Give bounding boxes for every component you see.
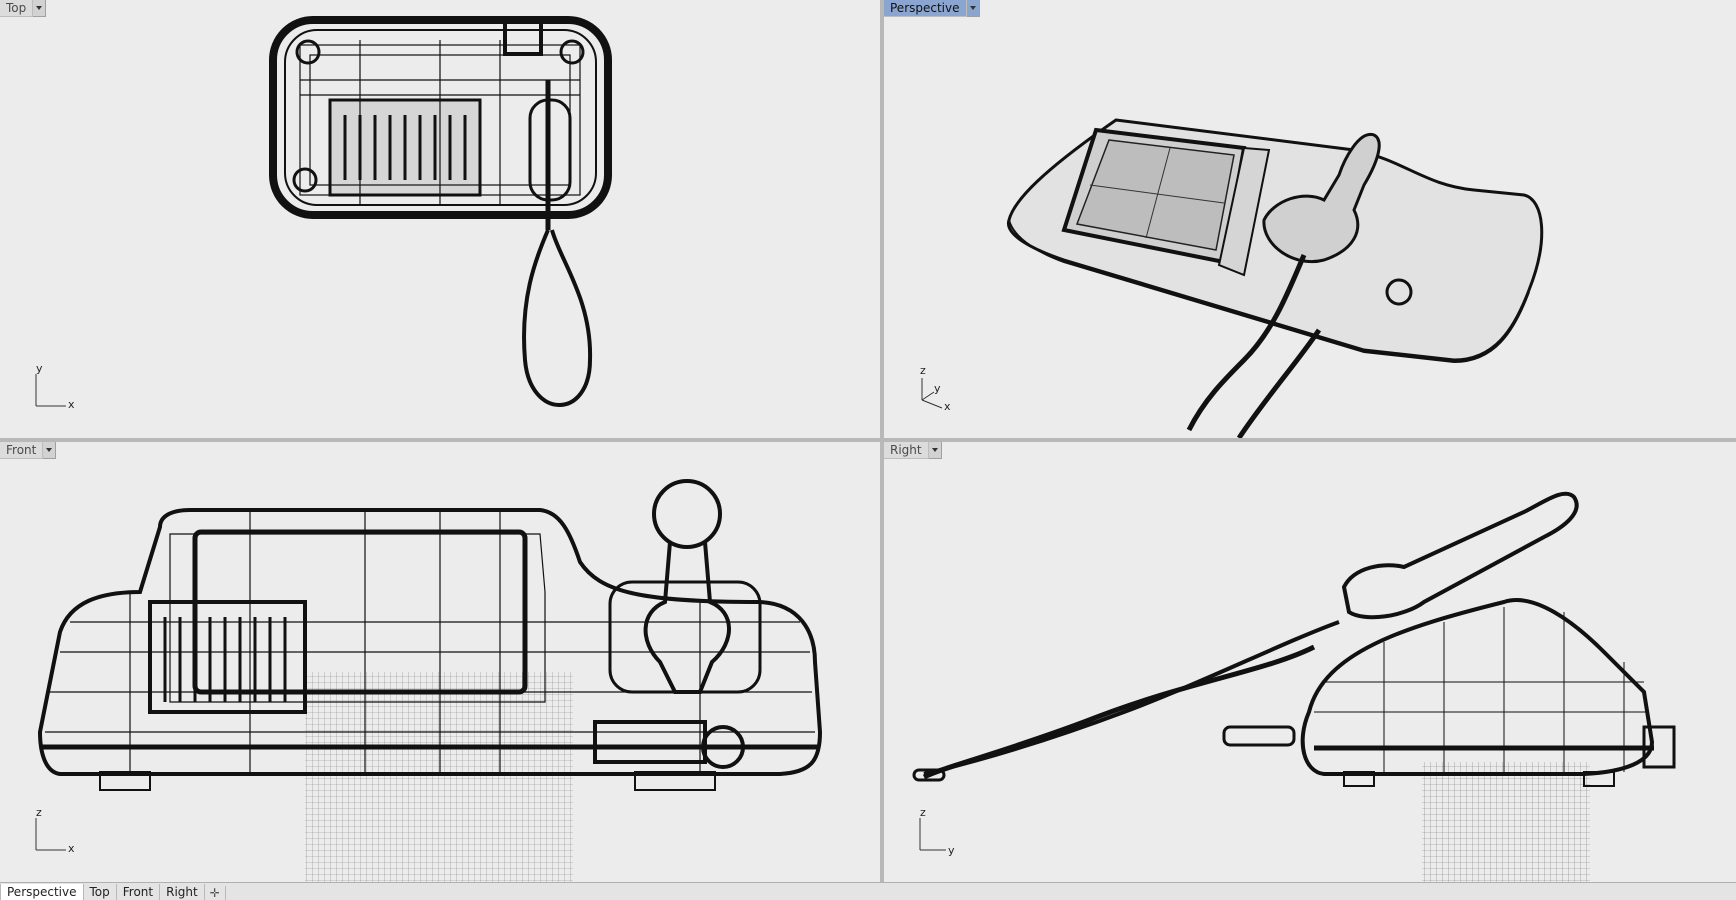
dropdown-arrow-icon[interactable]	[928, 442, 942, 459]
viewport-label-right[interactable]: Right	[884, 442, 942, 459]
dropdown-arrow-icon[interactable]	[966, 0, 980, 17]
dropdown-arrow-icon[interactable]	[43, 442, 57, 459]
viewport-top[interactable]: Top y x	[0, 0, 880, 438]
tab-right[interactable]: Right	[160, 884, 205, 900]
viewport-label-top[interactable]: Top	[0, 0, 47, 17]
top-view-wireframe	[269, 16, 612, 407]
axis-label-x: x	[68, 842, 75, 855]
viewport-title: Right	[884, 442, 929, 459]
axis-label-y: y	[948, 844, 955, 857]
axis-label-z: z	[920, 364, 926, 377]
viewport-tab-bar: Perspective Top Front Right ✛	[0, 882, 1736, 900]
viewport-label-perspective[interactable]: Perspective	[884, 0, 980, 17]
viewport-front[interactable]: Front z x	[0, 442, 880, 882]
viewport-label-front[interactable]: Front	[0, 442, 57, 459]
viewport-right[interactable]: Right z y	[884, 442, 1736, 882]
right-view-wireframe	[912, 491, 1676, 882]
axis-label-x: x	[68, 398, 75, 411]
axis-indicator: z x	[32, 806, 92, 858]
axis-label-x: x	[944, 400, 951, 413]
tab-top[interactable]: Top	[84, 884, 117, 900]
axis-label-y: y	[36, 362, 43, 375]
axis-indicator: z y x	[916, 364, 976, 414]
dropdown-arrow-icon[interactable]	[33, 0, 47, 17]
viewport-title: Perspective	[884, 0, 967, 17]
axis-label-z: z	[920, 806, 926, 819]
axis-label-y: y	[934, 382, 941, 395]
tab-front[interactable]: Front	[117, 884, 161, 900]
axis-label-z: z	[36, 806, 42, 819]
viewport-title: Front	[0, 442, 44, 459]
viewport-title: Top	[0, 0, 34, 17]
viewport-perspective[interactable]: Perspective z y x	[884, 0, 1736, 438]
tab-perspective[interactable]: Perspective	[0, 884, 84, 900]
axis-indicator: z y	[916, 806, 976, 858]
plus-icon[interactable]: ✛	[205, 886, 226, 900]
front-view-wireframe	[37, 479, 823, 882]
viewport-divider-horizontal[interactable]	[0, 438, 1736, 442]
axis-indicator: y x	[32, 362, 92, 414]
perspective-view-wireframe	[1007, 118, 1544, 438]
